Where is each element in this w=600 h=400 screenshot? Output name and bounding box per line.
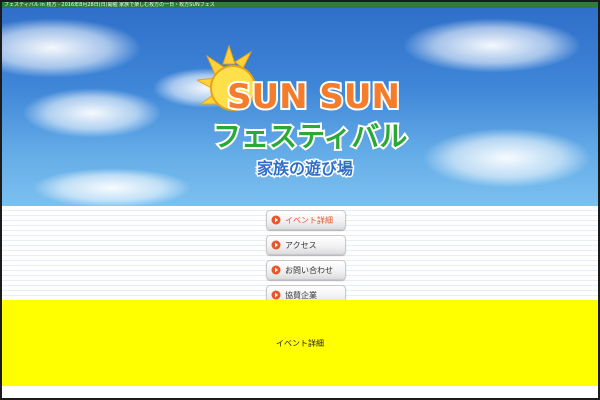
main-nav: イベント詳細 アクセス お問い合わせ 協賛企業 (266, 210, 346, 310)
cloud (422, 128, 592, 188)
nav-item-access[interactable]: アクセス (266, 235, 346, 255)
logo-tagline: 家族の遊び場 (257, 159, 353, 178)
arrow-right-icon (271, 265, 281, 275)
browser-frame: フェスティバル in 枚方 - 2016年8月28日(日)開催 家族で楽しむ枚方… (0, 0, 600, 400)
nav-item-label: 協賛企業 (285, 290, 317, 300)
nav-item-event-details[interactable]: イベント詳細 (266, 210, 346, 230)
festival-logo[interactable]: SUN SUN フェスティバル 家族の遊び場 (197, 42, 417, 182)
page-footer-area (2, 386, 598, 398)
content-section: イベント詳細 (2, 300, 598, 386)
logo-title: SUN SUN (227, 77, 400, 117)
arrow-right-icon (271, 240, 281, 250)
sky-header-banner: SUN SUN フェスティバル 家族の遊び場 (2, 8, 598, 206)
nav-item-label: アクセス (285, 240, 317, 250)
section-heading: イベント詳細 (276, 339, 324, 348)
cloud (22, 88, 162, 138)
cloud (402, 18, 582, 73)
arrow-right-icon (271, 215, 281, 225)
nav-item-contact[interactable]: お問い合わせ (266, 260, 346, 280)
arrow-right-icon (271, 290, 281, 300)
cloud (2, 18, 142, 78)
nav-item-label: イベント詳細 (285, 215, 333, 225)
cloud (32, 168, 192, 206)
logo-subtitle: フェスティバル (213, 120, 407, 153)
nav-item-label: お問い合わせ (285, 265, 333, 275)
